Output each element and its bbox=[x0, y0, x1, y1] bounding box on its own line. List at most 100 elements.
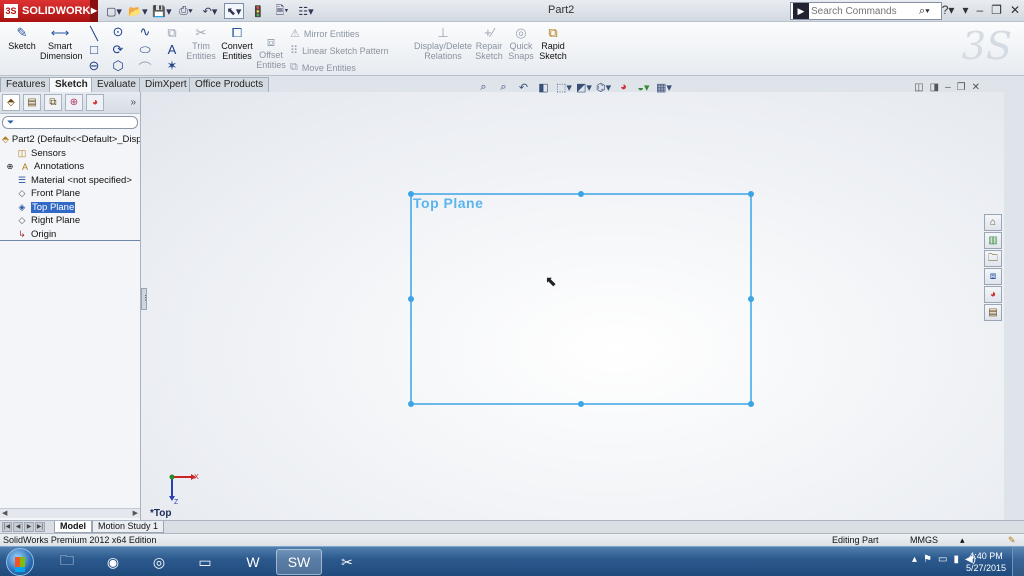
spline-tool-icon[interactable]: ∿ bbox=[137, 24, 153, 40]
expand-tabs-icon[interactable]: » bbox=[130, 97, 136, 108]
prev-tab-icon[interactable]: ◀ bbox=[13, 522, 23, 532]
circle-tool-icon[interactable]: ⊙ bbox=[110, 24, 126, 40]
panel-collapse-handle[interactable]: ⋮ bbox=[141, 288, 147, 310]
minimize-icon[interactable]: – bbox=[976, 3, 983, 17]
line-tool-icon[interactable]: ╲ bbox=[86, 26, 102, 42]
search-commands-box[interactable]: ▶ ⌕▾ bbox=[790, 2, 942, 20]
explorer-icon[interactable]: 🗀 bbox=[44, 549, 90, 575]
rapid-sketch-button[interactable]: ⧉ Rapid Sketch bbox=[538, 26, 568, 61]
word-icon[interactable]: W bbox=[230, 549, 276, 575]
restore-icon[interactable]: ❐ bbox=[991, 3, 1002, 17]
tree-item-origin[interactable]: ↳ Origin bbox=[0, 228, 140, 242]
polygon-tool-icon[interactable]: ⬡ bbox=[110, 58, 126, 74]
display-delete-relations-button[interactable]: ⊥ Display/Delete Relations bbox=[414, 26, 472, 61]
system-clock[interactable]: 4:40 PM 5/27/2015 bbox=[966, 550, 1006, 574]
property-manager-tab-icon[interactable]: ▤ bbox=[23, 94, 41, 111]
graphics-area[interactable]: ⌕ ⌕ ↶ ◧ ⬚▾ ◩▾ ⌬▾ ◕ ◒▾ ▦▾ ◫ ◨ – ❐ ✕ Top P… bbox=[141, 92, 1004, 520]
rectangle-tool-icon[interactable]: □ bbox=[86, 42, 102, 57]
select-pointer-icon[interactable]: ⬉▾ bbox=[224, 3, 244, 19]
tree-filter-input[interactable]: ⏷ bbox=[2, 116, 138, 129]
close-icon[interactable]: ✕ bbox=[1010, 3, 1020, 17]
options-icon[interactable]: ☷▾ bbox=[296, 3, 316, 19]
smart-dimension-button[interactable]: ⟷ Smart Dimension bbox=[40, 26, 80, 61]
point-tool-icon[interactable]: ✶ bbox=[164, 58, 180, 74]
tab-office-products[interactable]: Office Products bbox=[189, 77, 269, 92]
fillet-tool-icon[interactable]: ⌒ bbox=[137, 58, 153, 77]
feature-tree-tab-icon[interactable]: ⬘ bbox=[2, 94, 20, 111]
network-icon[interactable]: ▮ bbox=[953, 554, 959, 565]
tree-item-sensors[interactable]: ◫ Sensors bbox=[0, 147, 140, 161]
show-hidden-icons-icon[interactable]: ▴ bbox=[912, 554, 917, 565]
new-document-icon[interactable]: ▢▾ bbox=[104, 3, 124, 19]
tab-model[interactable]: Model bbox=[54, 521, 92, 533]
tab-evaluate[interactable]: Evaluate bbox=[91, 77, 142, 92]
file-explorer-icon[interactable]: 🗀 bbox=[984, 250, 1002, 267]
plane-boundary[interactable] bbox=[411, 194, 751, 404]
undo-icon[interactable]: ↶▾ bbox=[200, 3, 220, 19]
snipping-tool-icon[interactable]: ✂ bbox=[324, 549, 370, 575]
text-tool-icon[interactable]: A bbox=[164, 42, 180, 57]
expand-icon[interactable]: ⊕ bbox=[4, 161, 16, 172]
display-manager-tab-icon[interactable]: ◕ bbox=[86, 94, 104, 111]
appearances-icon[interactable]: ◕ bbox=[984, 286, 1002, 303]
offset-entities-button[interactable]: ⧈ Offset Entities bbox=[256, 35, 286, 70]
trim-entities-button[interactable]: ✂ Trim Entities bbox=[184, 26, 218, 61]
action-center-flag-icon[interactable]: ⚑ bbox=[923, 554, 932, 565]
convert-entities-button[interactable]: ⧠ Convert Entities bbox=[218, 26, 256, 61]
print-icon[interactable]: ⎙▾ bbox=[176, 3, 196, 19]
tree-root-part[interactable]: ⬘ Part2 (Default<<Default>_Disp bbox=[0, 133, 140, 147]
units-selector[interactable]: MMGS bbox=[910, 535, 938, 545]
tree-item-right-plane[interactable]: ◇ Right Plane bbox=[0, 214, 140, 228]
firefox-icon[interactable]: ◉ bbox=[90, 549, 136, 575]
rebuild-icon[interactable]: 🚦 bbox=[248, 3, 268, 19]
search-input[interactable] bbox=[811, 6, 919, 17]
next-tab-icon[interactable]: ▶ bbox=[24, 522, 34, 532]
tab-motion-study[interactable]: Motion Study 1 bbox=[92, 521, 164, 533]
arc-tool-icon[interactable]: ⟳ bbox=[110, 42, 126, 58]
repair-sketch-button[interactable]: +⁄ Repair Sketch bbox=[474, 26, 504, 61]
solidworks-menu-button[interactable]: 3S SOLIDWORKS ▶ bbox=[0, 0, 98, 22]
quick-snaps-button[interactable]: ◎ Quick Snaps bbox=[506, 26, 536, 61]
last-tab-icon[interactable]: ▶| bbox=[35, 522, 45, 532]
tree-item-annotations[interactable]: ⊕ A Annotations bbox=[0, 160, 140, 174]
plane-handles[interactable] bbox=[408, 191, 754, 407]
help-icon[interactable]: ?▾ bbox=[942, 3, 955, 17]
start-button[interactable] bbox=[6, 548, 34, 576]
scroll-left-icon[interactable]: ◀ bbox=[2, 509, 7, 517]
ellipse-tool-icon[interactable]: ⬭ bbox=[137, 42, 153, 58]
show-desktop-button[interactable] bbox=[1012, 547, 1024, 576]
file-properties-icon[interactable]: 🗎▾ bbox=[272, 3, 292, 19]
tree-item-front-plane[interactable]: ◇ Front Plane bbox=[0, 187, 140, 201]
configuration-manager-tab-icon[interactable]: ⧉ bbox=[44, 94, 62, 111]
menu-expand-icon[interactable]: ▶ bbox=[90, 0, 98, 22]
tree-item-material[interactable]: ☰ Material <not specified> bbox=[0, 174, 140, 188]
mirror-entities-button[interactable]: ⚠ Mirror Entities bbox=[290, 27, 359, 40]
display-icon[interactable]: ▭ bbox=[938, 554, 947, 565]
tree-item-top-plane[interactable]: ◈ Top Plane bbox=[0, 201, 140, 215]
save-icon[interactable]: 💾▾ bbox=[152, 3, 172, 19]
open-folder-icon[interactable]: 📂▾ bbox=[128, 3, 148, 19]
solidworks-taskbar-icon[interactable]: SW bbox=[276, 549, 322, 575]
home-icon[interactable]: ⌂ bbox=[984, 214, 1002, 231]
dimxpert-manager-tab-icon[interactable]: ⊕ bbox=[65, 94, 83, 111]
view-palette-icon[interactable]: ⧈ bbox=[984, 268, 1002, 285]
design-library-icon[interactable]: ▥ bbox=[984, 232, 1002, 249]
sketch-button[interactable]: ✎ Sketch bbox=[6, 26, 38, 51]
horizontal-scrollbar[interactable]: ◀ ▶ bbox=[0, 508, 140, 518]
options-dropdown-icon[interactable]: ▾ bbox=[962, 3, 968, 17]
move-entities-button[interactable]: ⧉ Move Entities bbox=[290, 61, 356, 74]
tab-features[interactable]: Features bbox=[0, 77, 51, 92]
sticky-notes-icon[interactable]: ▭ bbox=[182, 549, 228, 575]
custom-properties-icon[interactable]: ▤ bbox=[984, 304, 1002, 321]
linear-sketch-pattern-button[interactable]: ⠿ Linear Sketch Pattern bbox=[290, 44, 389, 57]
first-tab-icon[interactable]: |◀ bbox=[2, 522, 12, 532]
chrome-icon[interactable]: ◎ bbox=[136, 549, 182, 575]
tab-dimxpert[interactable]: DimXpert bbox=[139, 77, 193, 92]
tab-sketch[interactable]: Sketch bbox=[49, 77, 94, 92]
plane-tool-icon[interactable]: ⧉ bbox=[164, 25, 180, 41]
search-icon[interactable]: ⌕▾ bbox=[919, 5, 930, 18]
slot-tool-icon[interactable]: ⊖ bbox=[86, 58, 102, 74]
units-dropdown-icon[interactable]: ▴ bbox=[960, 535, 965, 546]
scroll-right-icon[interactable]: ▶ bbox=[133, 509, 138, 517]
quick-tips-icon[interactable]: ✎ bbox=[1008, 535, 1016, 546]
